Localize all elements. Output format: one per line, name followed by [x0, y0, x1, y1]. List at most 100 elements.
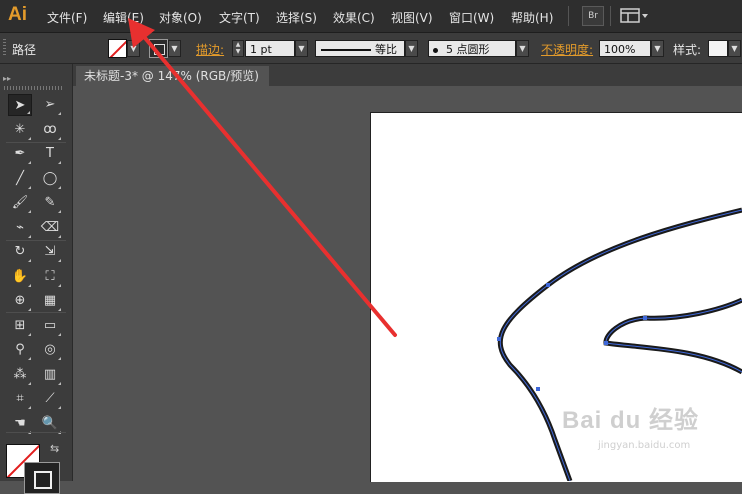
style-dropdown-arrow[interactable]: ▼	[728, 40, 741, 57]
eyedropper-tool-icon[interactable]: ⚲	[8, 339, 32, 361]
menu-file[interactable]: 文件(F)	[47, 9, 87, 26]
artboard-tool-icon[interactable]: ⌗	[8, 388, 32, 410]
tool-group-indicator	[27, 111, 30, 114]
stroke-weight-dropdown[interactable]: ▼	[295, 40, 308, 57]
type-tool-icon[interactable]: T	[38, 143, 62, 165]
menu-window[interactable]: 窗口(W)	[449, 9, 494, 26]
column-graph-tool-icon[interactable]: ▥	[38, 364, 62, 386]
tool-group-indicator	[28, 259, 31, 262]
stroke-swatch[interactable]	[149, 39, 168, 58]
pencil-tool-icon[interactable]: ✎	[38, 192, 62, 214]
selection-tool-icon[interactable]: ➤	[8, 94, 32, 116]
pen-tool-icon[interactable]: ✒	[8, 143, 32, 165]
watermark-url: jingyan.baidu.com	[598, 440, 691, 451]
tool-group-divider	[6, 432, 66, 433]
tool-group-divider	[6, 312, 66, 313]
tool-group-indicator	[28, 357, 31, 360]
gradient-tool-icon[interactable]: ▭	[38, 315, 62, 337]
blob-brush-tool-icon[interactable]: ⌁	[8, 217, 32, 239]
menu-view[interactable]: 视图(V)	[391, 9, 433, 26]
stroke-weight-field[interactable]: 1 pt	[245, 40, 295, 57]
free-transform-tool-icon[interactable]: ⛶	[38, 266, 62, 288]
opacity-dropdown-arrow[interactable]: ▼	[651, 40, 664, 57]
tool-group-indicator	[28, 406, 31, 409]
tool-group-indicator	[28, 185, 31, 189]
tool-group-indicator	[58, 308, 61, 311]
tool-group-indicator	[58, 136, 61, 140]
opacity-field[interactable]: 100%	[599, 40, 651, 57]
tool-group-indicator	[28, 381, 31, 385]
scale-tool-icon[interactable]: ⇲	[38, 241, 62, 263]
shape-builder-tool-icon[interactable]: ⊕	[8, 290, 32, 312]
magic-wand-tool-icon[interactable]: ✳	[8, 119, 32, 141]
tool-group-indicator	[58, 234, 61, 238]
slice-tool-icon[interactable]: ⟋	[38, 388, 62, 410]
tool-group-indicator	[28, 234, 31, 238]
workspace-switcher[interactable]	[620, 8, 650, 24]
direct-selection-tool-icon[interactable]: ➢	[38, 94, 62, 116]
tool-group-indicator	[58, 357, 61, 360]
menu-edit[interactable]: 编辑(E)	[103, 9, 144, 26]
tool-group-indicator	[28, 210, 31, 213]
eraser-tool-icon[interactable]: ⌫	[38, 217, 62, 239]
menu-bar: Ai 文件(F) 编辑(E) 对象(O) 文字(T) 选择(S) 效果(C) 视…	[0, 0, 742, 33]
ellipse-tool-icon[interactable]: ◯	[38, 168, 62, 190]
swap-fill-stroke-icon[interactable]: ⇆	[50, 442, 59, 455]
fill-swatch[interactable]	[108, 39, 127, 58]
profile-label: 等比	[375, 43, 397, 56]
warp-tool-icon[interactable]: ✋	[8, 266, 32, 288]
tool-group-indicator	[58, 381, 61, 385]
stroke-dropdown-arrow[interactable]: ▼	[168, 40, 181, 57]
bridge-button[interactable]: Br	[582, 6, 604, 26]
stroke-color-box[interactable]	[24, 462, 60, 494]
stroke-weight-spinner[interactable]: ▲ ▼	[232, 40, 244, 57]
menu-object[interactable]: 对象(O)	[159, 9, 202, 26]
tool-group-indicator	[28, 308, 31, 311]
tools-panel: ▸▸ ⇆ ➤ ➢ ✳ ꝏ ✒ T ╱ ◯ 🖌 ✎ ⌁ ⌫ ↻ ⇲ ✋ ⛶ ⊕ ▦ ⊞ ▭ ⚲ ◎ ⁂ ▥ ⌗ ⟋ ☚ 🔍	[0, 64, 73, 494]
control-bar-grip[interactable]	[3, 39, 6, 57]
none-slash	[109, 40, 126, 57]
layout-grid-icon	[620, 8, 648, 23]
graphic-style-swatch[interactable]	[708, 40, 728, 57]
profile-line-icon	[321, 49, 371, 51]
line-segment-tool-icon[interactable]: ╱	[8, 168, 32, 190]
menu-help[interactable]: 帮助(H)	[511, 9, 553, 26]
variable-width-profile[interactable]: 等比	[315, 40, 405, 57]
menu-divider	[610, 6, 611, 26]
symbol-sprayer-tool-icon[interactable]: ⁂	[8, 364, 32, 386]
fill-dropdown-arrow[interactable]: ▼	[127, 40, 140, 57]
tool-group-divider	[6, 142, 66, 143]
menu-type[interactable]: 文字(T)	[219, 9, 260, 26]
brush-definition[interactable]: 5 点圆形	[428, 40, 516, 57]
control-bar: 路径 ▼ ▼ 描边: ▲ ▼ 1 pt ▼ 等比 ▼ 5 点圆形 ▼ 不透明度: …	[0, 33, 742, 64]
tool-group-indicator	[58, 185, 61, 189]
paintbrush-tool-icon[interactable]: 🖌	[8, 192, 32, 214]
perspective-grid-tool-icon[interactable]: ▦	[38, 290, 62, 312]
opacity-panel-link[interactable]: 不透明度:	[541, 41, 593, 58]
menu-effect[interactable]: 效果(C)	[333, 9, 375, 26]
tool-group-indicator	[58, 161, 61, 164]
tool-group-indicator	[58, 332, 61, 336]
tools-panel-grip[interactable]	[4, 86, 64, 90]
tool-group-indicator	[28, 332, 31, 336]
tool-group-indicator	[28, 161, 31, 164]
stroke-square-icon	[154, 44, 165, 55]
app-logo: Ai	[8, 4, 27, 25]
rotate-tool-icon[interactable]: ↻	[8, 241, 32, 263]
lasso-tool-icon[interactable]: ꝏ	[38, 119, 62, 141]
brush-dot-icon	[433, 47, 438, 53]
menu-select[interactable]: 选择(S)	[276, 9, 317, 26]
collapse-panel-icon[interactable]: ▸▸	[3, 74, 11, 83]
document-tab-bar: 未标题-3* @ 147% (RGB/预览)	[72, 64, 742, 86]
profile-dropdown-arrow[interactable]: ▼	[405, 40, 418, 57]
blend-tool-icon[interactable]: ◎	[38, 339, 62, 361]
watermark-logo: Bai du 经验	[562, 407, 700, 434]
brush-dropdown-arrow[interactable]: ▼	[516, 40, 529, 57]
tool-group-indicator	[58, 112, 61, 115]
tool-group-indicator	[58, 210, 61, 213]
tool-group-indicator	[58, 283, 61, 287]
mesh-tool-icon[interactable]: ⊞	[8, 315, 32, 337]
tool-group-indicator	[28, 283, 31, 287]
document-tab[interactable]: 未标题-3* @ 147% (RGB/预览)	[76, 66, 269, 86]
stroke-panel-link[interactable]: 描边:	[196, 41, 224, 58]
